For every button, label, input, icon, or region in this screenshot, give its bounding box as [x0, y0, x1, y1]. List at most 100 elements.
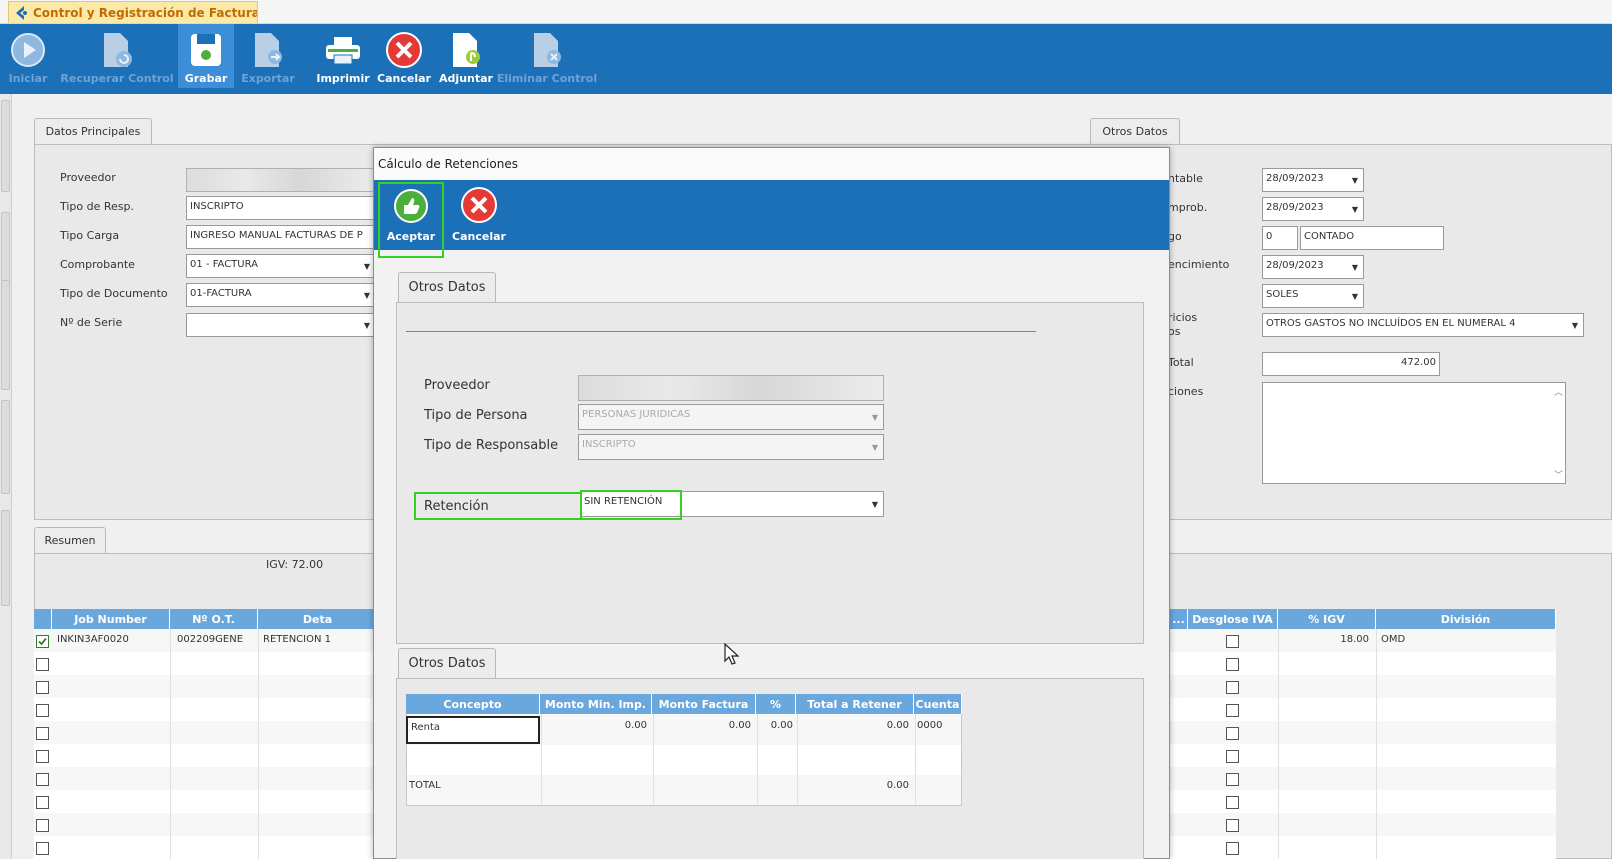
row-checkbox[interactable] [36, 658, 49, 671]
row-checkbox[interactable] [36, 842, 49, 855]
imprimir-button[interactable]: Imprimir [316, 24, 370, 88]
tab-otros-datos[interactable]: Otros Datos [1090, 118, 1180, 144]
chevron-down-icon[interactable]: ▼ [1567, 314, 1583, 336]
concepto-cell[interactable]: Renta [406, 716, 540, 744]
tipo-responsable-select[interactable]: INSCRIPTO ▼ [578, 434, 884, 460]
document-tab[interactable]: Control y Registración de Factura... [8, 1, 258, 23]
desglose-iva-checkbox[interactable] [1226, 704, 1239, 717]
eliminar-control-button[interactable]: Eliminar Control [497, 24, 597, 88]
table-header-monto-min[interactable]: Monto Min. Imp. [540, 694, 652, 714]
desglose-iva-checkbox[interactable] [1226, 681, 1239, 694]
ot-cell[interactable]: 002209GENE [174, 630, 258, 652]
dialog-cancelar-label: Cancelar [452, 230, 506, 243]
desglose-iva-checkbox[interactable] [1226, 773, 1239, 786]
row-checkbox[interactable] [36, 704, 49, 717]
grid-header-ot[interactable]: Nº O.T. [170, 609, 258, 629]
adjuntar-button[interactable]: Adjuntar [438, 24, 494, 88]
retencion-label: Retención [424, 499, 489, 514]
pago-code-field[interactable]: 0 [1262, 226, 1298, 250]
grid-header-hidden[interactable]: ... [1170, 609, 1188, 629]
side-tab[interactable] [1, 510, 10, 606]
monto-min-cell[interactable]: 0.00 [540, 716, 650, 738]
tab-resumen[interactable]: Resumen [34, 527, 106, 553]
grid-header-division[interactable]: División [1376, 609, 1556, 629]
tab-datos-principales[interactable]: Datos Principales [34, 118, 152, 144]
row-checkbox[interactable] [36, 773, 49, 786]
tipo-persona-select[interactable]: PERSONAS JURIDICAS ▼ [578, 404, 884, 430]
desglose-iva-checkbox[interactable] [1226, 819, 1239, 832]
desglose-iva-checkbox[interactable] [1226, 796, 1239, 809]
aceptar-button[interactable]: Aceptar [378, 182, 444, 258]
desglose-iva-checkbox[interactable] [1226, 658, 1239, 671]
grid-header-igv[interactable]: % IGV [1278, 609, 1376, 629]
desglose-iva-checkbox[interactable] [1226, 727, 1239, 740]
pago-desc-field[interactable]: CONTADO [1300, 226, 1444, 250]
row-checkbox[interactable] [36, 681, 49, 694]
chevron-down-icon[interactable]: ▼ [867, 435, 883, 459]
grid-header-job-number[interactable]: Job Number [52, 609, 170, 629]
row-checkbox-checked[interactable] [36, 635, 49, 648]
chevron-down-icon[interactable]: ▼ [1347, 169, 1363, 191]
scroll-up-icon[interactable]: ︿ [1554, 385, 1563, 398]
tipo-carga-field[interactable]: INGRESO MANUAL FACTURAS DE P [186, 225, 376, 249]
exportar-button[interactable]: Exportar [238, 24, 298, 88]
cuenta-cell[interactable]: 0000 [914, 716, 962, 738]
grid-header-desglose-iva[interactable]: Desglose IVA [1188, 609, 1278, 629]
row-checkbox[interactable] [36, 796, 49, 809]
chevron-down-icon[interactable]: ▼ [1347, 256, 1363, 278]
chevron-down-icon[interactable]: ▼ [1347, 285, 1363, 307]
iniciar-button[interactable]: Iniciar [6, 24, 50, 88]
dialog-cancelar-button[interactable]: Cancelar [448, 182, 510, 258]
tipo-resp-field[interactable]: INSCRIPTO [186, 196, 376, 220]
side-tab[interactable] [1, 100, 10, 192]
fecha-comprob-field[interactable]: 28/09/2023 ▼ [1262, 197, 1364, 221]
grabar-button[interactable]: Grabar [178, 24, 234, 88]
igv-cell[interactable]: 18.00 [1282, 630, 1372, 652]
vencimiento-field[interactable]: 28/09/2023 ▼ [1262, 255, 1364, 279]
servicios-select[interactable]: OTROS GASTOS NO INCLUÍDOS EN EL NUMERAL … [1262, 313, 1584, 337]
table-header-cuenta[interactable]: Cuenta [914, 694, 962, 714]
detalle-cell[interactable]: RETENCION 1 [260, 630, 370, 652]
total-retener-cell[interactable]: 0.00 [796, 716, 912, 738]
job-number-cell[interactable]: INKIN3AF0020 [54, 630, 168, 652]
dialog-proveedor-field[interactable] [578, 375, 884, 401]
chevron-down-icon[interactable]: ▼ [867, 492, 883, 516]
side-tab[interactable] [1, 400, 10, 494]
comprobante-select[interactable]: 01 - FACTURA ▼ [186, 254, 376, 278]
division-cell[interactable]: OMD [1378, 630, 1438, 652]
dialog-toolbar: Aceptar Cancelar [374, 180, 1169, 258]
desglose-iva-checkbox[interactable] [1226, 635, 1239, 648]
chevron-down-icon[interactable]: ▼ [867, 405, 883, 429]
observaciones-textarea[interactable]: ︿ ﹀ [1262, 382, 1566, 484]
porcentaje-cell[interactable]: 0.00 [756, 716, 796, 738]
tipo-doc-label: Tipo de Documento [60, 287, 168, 300]
table-header-porcentaje[interactable]: % [756, 694, 796, 714]
row-checkbox[interactable] [36, 819, 49, 832]
dialog-tab-otros-datos-2[interactable]: Otros Datos [398, 648, 496, 678]
row-checkbox[interactable] [36, 750, 49, 763]
side-tab[interactable] [1, 280, 10, 390]
total-field[interactable]: 472.00 [1262, 352, 1440, 376]
desglose-iva-checkbox[interactable] [1226, 750, 1239, 763]
scroll-down-icon[interactable]: ﹀ [1554, 468, 1563, 481]
table-header-monto-factura[interactable]: Monto Factura [652, 694, 756, 714]
tipo-doc-select[interactable]: 01-FACTURA ▼ [186, 283, 376, 307]
table-header-total-retener[interactable]: Total a Retener [796, 694, 914, 714]
proveedor-field[interactable] [186, 168, 376, 192]
fecha-contable-field[interactable]: 28/09/2023 ▼ [1262, 168, 1364, 192]
export-icon [255, 33, 282, 67]
dialog-tab-otros-datos[interactable]: Otros Datos [398, 272, 496, 302]
cancelar-button[interactable]: Cancelar [376, 24, 432, 88]
moneda-select[interactable]: SOLES ▼ [1262, 284, 1364, 308]
side-tab[interactable] [1, 212, 10, 282]
table-header-concepto[interactable]: Concepto [406, 694, 540, 714]
recuperar-control-button[interactable]: Recuperar Control [60, 24, 174, 88]
cancel-icon [461, 187, 497, 223]
serie-select[interactable]: ▼ [186, 313, 376, 337]
row-checkbox[interactable] [36, 727, 49, 740]
grid-header-detalle[interactable]: Deta [258, 609, 378, 629]
desglose-iva-checkbox[interactable] [1226, 842, 1239, 855]
dialog-tab-otros-datos-2-label: Otros Datos [408, 656, 486, 671]
chevron-down-icon[interactable]: ▼ [1347, 198, 1363, 220]
monto-factura-cell[interactable]: 0.00 [652, 716, 754, 738]
